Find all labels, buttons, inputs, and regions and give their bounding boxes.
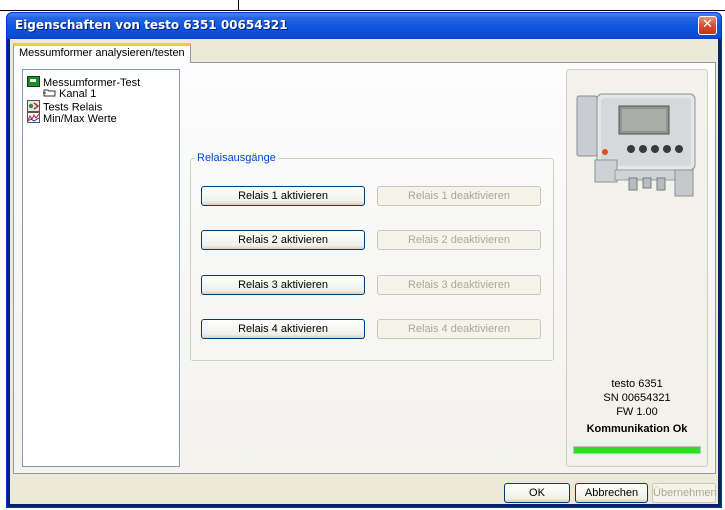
apply-button[interactable]: Übernehmen — [652, 483, 717, 503]
transmitter-icon — [27, 76, 40, 90]
relay-2-activate-button[interactable]: Relais 2 aktivieren — [201, 230, 365, 250]
device-serial: SN 00654321 — [603, 392, 671, 404]
relay-1-activate-button[interactable]: Relais 1 aktivieren — [201, 186, 365, 206]
background-divider-line — [0, 10, 725, 11]
communication-progress-fill — [574, 447, 700, 453]
background-document-strip — [0, 0, 725, 12]
device-image — [576, 93, 696, 197]
relay-4-deactivate-button[interactable]: Relais 4 deaktivieren — [377, 319, 541, 339]
relay-3-deactivate-button[interactable]: Relais 3 deaktivieren — [377, 275, 541, 295]
tree-item-label: Kanal 1 — [59, 88, 97, 100]
relay-2-deactivate-button[interactable]: Relais 2 deaktivieren — [377, 230, 541, 250]
tree-item-kanal-1[interactable]: Kanal 1 — [43, 88, 96, 100]
relay-group-legend: Relaisausgänge — [195, 152, 278, 164]
tab-panel: Messumformer-Test Kanal 1 Tests Relais M… — [13, 62, 716, 474]
window-title: Eigenschaften von testo 6351 00654321 — [15, 18, 288, 32]
tree-item-label: Min/Max Werte — [43, 112, 117, 125]
communication-status: Kommunikation Ok — [586, 423, 688, 435]
channel-icon — [43, 88, 56, 100]
relay-outputs-group: Relaisausgänge Relais 1 aktivieren Relai… — [190, 152, 554, 361]
navigation-tree: Messumformer-Test Kanal 1 Tests Relais M… — [22, 69, 180, 467]
relay-4-activate-button[interactable]: Relais 4 aktivieren — [201, 319, 365, 339]
communication-progress-bar — [573, 446, 701, 454]
cancel-button[interactable]: Abbrechen — [575, 483, 648, 503]
background-column-line — [238, 0, 239, 11]
tree-item-min-max-werte[interactable]: Min/Max Werte — [27, 112, 117, 126]
relay-1-deactivate-button[interactable]: Relais 1 deaktivieren — [377, 186, 541, 206]
properties-dialog: Eigenschaften von testo 6351 00654321 ✕ … — [6, 12, 722, 508]
dialog-client-area: Messumformer analysieren/testen Messumfo… — [10, 39, 718, 504]
ok-button[interactable]: OK — [504, 483, 570, 503]
device-model: testo 6351 — [611, 378, 663, 390]
title-bar[interactable]: Eigenschaften von testo 6351 00654321 ✕ — [7, 13, 721, 39]
device-firmware: FW 1.00 — [616, 406, 658, 418]
close-button[interactable]: ✕ — [698, 16, 717, 35]
relay-3-activate-button[interactable]: Relais 3 aktivieren — [201, 275, 365, 295]
tab-messumformer-analysieren[interactable]: Messumformer analysieren/testen — [13, 43, 191, 63]
minmax-chart-icon — [27, 112, 40, 126]
device-info-panel: testo 6351 SN 00654321 FW 1.00 Kommunika… — [566, 69, 708, 467]
